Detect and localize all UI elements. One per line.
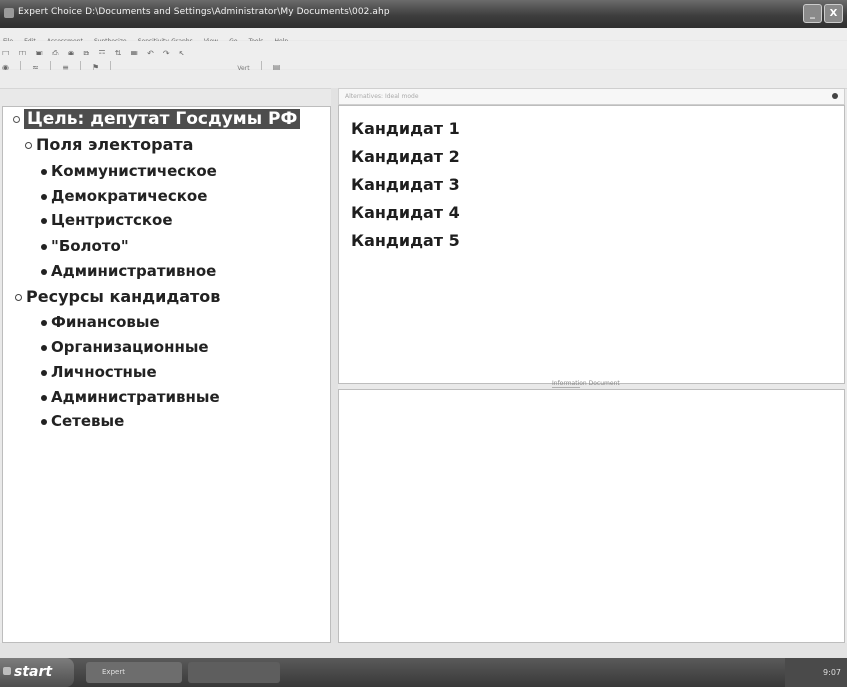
information-document-pane[interactable] <box>338 389 845 643</box>
information-header-label[interactable]: Information Document <box>552 380 620 387</box>
alternative-item[interactable]: Кандидат 1 <box>351 119 460 138</box>
leaf-dot-icon <box>41 394 47 401</box>
tree-leaf[interactable]: "Болото" <box>41 237 129 255</box>
tree-leaf[interactable]: Финансовые <box>41 313 160 331</box>
alternative-item[interactable]: Кандидат 5 <box>351 231 460 250</box>
leaf-label: Коммунистическое <box>51 162 217 180</box>
leaf-label: Организационные <box>51 338 209 356</box>
taskbar-item-expert[interactable]: Expert <box>86 662 182 683</box>
alternatives-pane[interactable]: Кандидат 1 Кандидат 2 Кандидат 3 Кандида… <box>338 105 845 384</box>
toolbar-separator <box>20 61 22 70</box>
leaf-dot-icon <box>41 168 47 175</box>
tree-leaf[interactable]: Личностные <box>41 363 157 381</box>
title-bar: Expert Choice D:\Documents and Settings\… <box>0 0 847 28</box>
start-button[interactable]: start <box>0 658 74 687</box>
tree-leaf[interactable]: Центристское <box>41 211 173 229</box>
tree-node-electorate[interactable]: Поля электората <box>25 135 193 154</box>
alternative-item[interactable]: Кандидат 4 <box>351 203 460 222</box>
tree-leaf[interactable]: Сетевые <box>41 412 124 430</box>
leaf-label: Сетевые <box>51 412 125 430</box>
toolbar-format: ◉ ≈ ≡ ⚑ Vert ▤ <box>0 55 847 72</box>
tree-node-resources[interactable]: Ресурсы кандидатов <box>15 287 220 306</box>
tray-clock[interactable]: 9:07 <box>823 668 841 677</box>
tree-goal-node[interactable]: Цель: депутат Госдумы РФ <box>13 109 301 129</box>
leaf-dot-icon <box>41 193 47 200</box>
windows-flag-icon <box>3 667 11 675</box>
pin-icon[interactable] <box>832 93 838 99</box>
close-button[interactable]: X <box>824 4 843 23</box>
node-label: Ресурсы кандидатов <box>26 287 221 306</box>
taskbar-item[interactable] <box>188 662 280 683</box>
leaf-dot-icon <box>41 418 47 425</box>
system-tray: 9:07 <box>785 658 847 687</box>
tree-leaf[interactable]: Административные <box>41 388 220 406</box>
tree-leaf[interactable]: Демократическое <box>41 187 207 205</box>
vertical-splitter[interactable] <box>331 88 338 643</box>
leaf-dot-icon <box>41 243 47 250</box>
leaf-label: Административное <box>51 262 217 280</box>
pane-caption-strip <box>0 70 847 89</box>
leaf-label: Личностные <box>51 363 157 381</box>
alternative-item[interactable]: Кандидат 3 <box>351 175 460 194</box>
window-title: Expert Choice D:\Documents and Settings\… <box>18 7 390 17</box>
status-area <box>0 643 847 658</box>
alternative-item[interactable]: Кандидат 2 <box>351 147 460 166</box>
hierarchy-tree-pane[interactable]: Цель: депутат Госдумы РФ Поля электората… <box>2 106 331 643</box>
toolbar-main: □ ◫ ▣ ⎙ ◉ ⧉ ☶ ⇅ ▦ ↶ ↷ ↖ <box>0 41 847 58</box>
taskbar: start Expert 9:07 <box>0 658 847 687</box>
toolbar-separator <box>260 61 262 70</box>
goal-label: Цель: депутат Госдумы РФ <box>24 109 301 129</box>
node-ring-icon <box>15 294 22 301</box>
goal-node-icon <box>13 115 20 123</box>
task-label: Expert <box>102 668 125 676</box>
alternatives-pane-header: Alternatives: Ideal mode <box>338 88 845 105</box>
information-pane-header: Information Document <box>338 377 845 389</box>
leaf-label: Демократическое <box>51 187 208 205</box>
header-underline <box>552 387 580 388</box>
tree-leaf[interactable]: Организационные <box>41 338 209 356</box>
toolbar-separator <box>79 61 81 70</box>
toolbar-separator <box>49 61 51 70</box>
alternatives-header-label: Alternatives: Ideal mode <box>345 93 419 100</box>
tree-leaf[interactable]: Административное <box>41 262 216 280</box>
leaf-label: "Болото" <box>51 237 129 255</box>
leaf-dot-icon <box>41 319 47 326</box>
leaf-dot-icon <box>41 369 47 376</box>
leaf-dot-icon <box>41 268 47 275</box>
menu-bar: File Edit Assessment Synthesize Sensitiv… <box>0 28 847 45</box>
leaf-label: Финансовые <box>51 313 160 331</box>
leaf-label: Административные <box>51 388 220 406</box>
leaf-dot-icon <box>41 344 47 351</box>
leaf-dot-icon <box>41 217 47 224</box>
toolbar-separator <box>110 61 112 70</box>
app-icon <box>4 8 14 18</box>
tree-leaf[interactable]: Коммунистическое <box>41 162 217 180</box>
leaf-label: Центристское <box>51 211 173 229</box>
node-label: Поля электората <box>36 135 194 154</box>
minimize-button[interactable]: _ <box>803 4 822 23</box>
node-ring-icon <box>25 142 32 149</box>
start-label: start <box>14 664 53 680</box>
